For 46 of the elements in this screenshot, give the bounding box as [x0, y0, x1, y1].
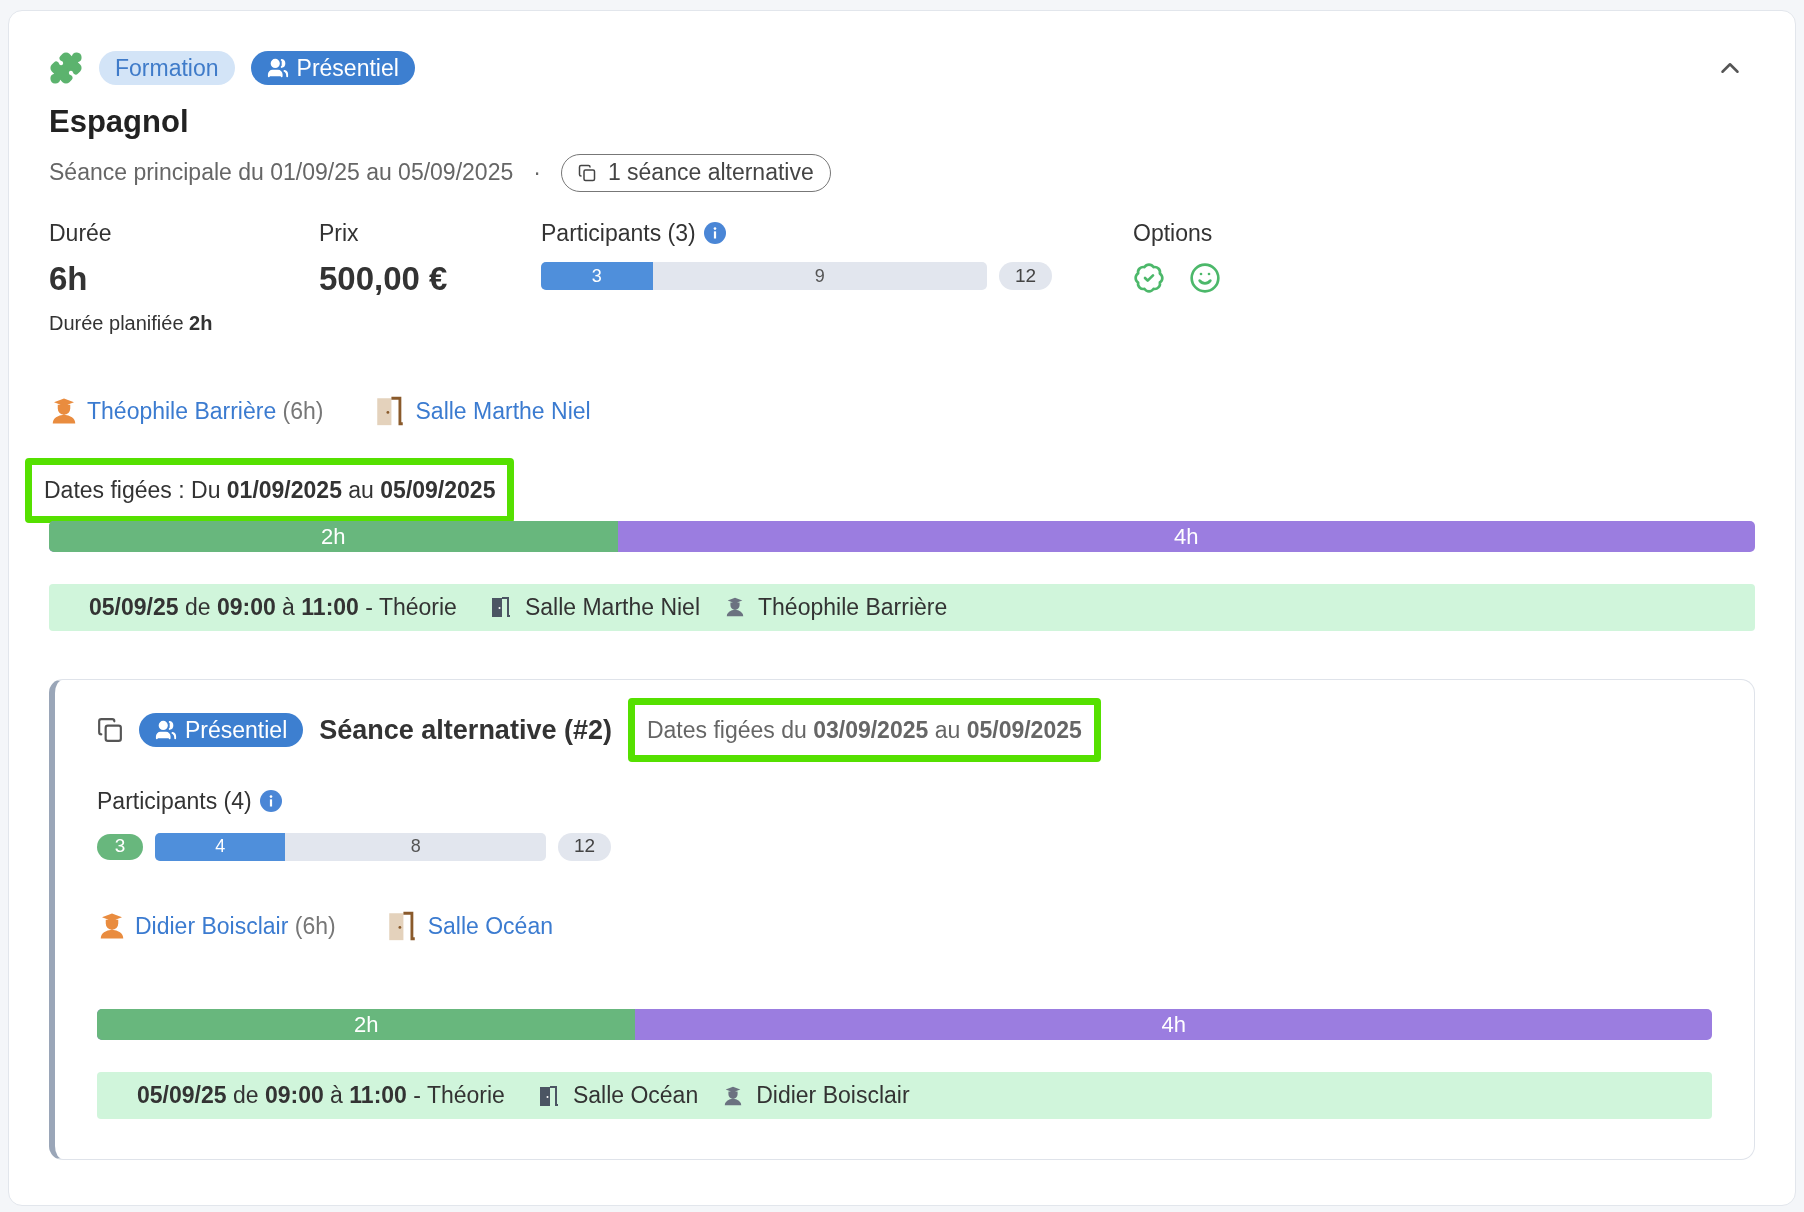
price-value: 500,00 €: [319, 259, 449, 299]
total-count: 12: [558, 832, 612, 861]
info-icon: [703, 221, 726, 244]
room-link[interactable]: Salle Marthe Niel: [415, 393, 591, 428]
trainer-link[interactable]: Didier Boisclair (6h): [135, 908, 336, 943]
timeline-label: 4h: [1173, 522, 1200, 551]
people-icon: [155, 718, 177, 741]
price-label: Prix: [319, 218, 360, 248]
session-time: 05/09/25 de 09:00 à 11:00 - Théorie: [137, 1081, 505, 1111]
timeline-label: 2h: [352, 1011, 380, 1039]
remaining-count: 9: [813, 264, 826, 288]
trainer-link[interactable]: Théophile Barrière (6h): [87, 393, 324, 428]
options-label: Options: [1133, 218, 1214, 248]
frozen-dates: Dates figées du 03/09/2025 au 05/09/2025: [627, 697, 1101, 762]
alternative-title: Séance alternative (#2): [319, 713, 612, 747]
remaining-count: 8: [409, 835, 422, 858]
session-trainer: Didier Boisclair: [756, 1081, 910, 1111]
separator-dot: ·: [533, 158, 541, 188]
puzzle-icon: [49, 51, 83, 85]
tag: Formation: [99, 51, 235, 85]
session-dates: Séance principale du 01/09/25 au 05/09/2025: [49, 158, 514, 188]
total-count: 12: [999, 262, 1053, 290]
session-room: Salle Marthe Niel: [524, 592, 701, 622]
check-badge-icon: [1133, 262, 1165, 294]
filled-count: 4: [214, 835, 227, 858]
smile-icon: [1189, 262, 1221, 294]
confirmed-count: 3: [97, 833, 143, 860]
timeline-label: 4h: [1160, 1011, 1187, 1039]
planned-duration: Durée planifiée 2h: [49, 310, 214, 336]
session-trainer: Théophile Barrière: [758, 592, 948, 622]
copy-icon: [577, 163, 596, 182]
duration-value: 6h: [49, 259, 89, 299]
session-time: 05/09/25 de 09:00 à 11:00 - Théorie: [89, 592, 457, 622]
tag: Présentiel: [250, 51, 415, 85]
session-room: Salle Océan: [572, 1081, 699, 1111]
participants-label: Participants (3): [541, 218, 696, 248]
copy-icon: [97, 716, 123, 743]
duration-label: Durée: [49, 218, 113, 248]
filled-count: 3: [590, 264, 603, 288]
room-link[interactable]: Salle Océan: [427, 908, 553, 943]
participants-label: Participants (4): [97, 787, 252, 816]
tag: Présentiel: [139, 712, 304, 747]
course-title: Espagnol: [49, 103, 190, 141]
info-icon: [259, 790, 282, 813]
people-icon: [266, 57, 289, 79]
timeline-label: 2h: [320, 522, 347, 551]
